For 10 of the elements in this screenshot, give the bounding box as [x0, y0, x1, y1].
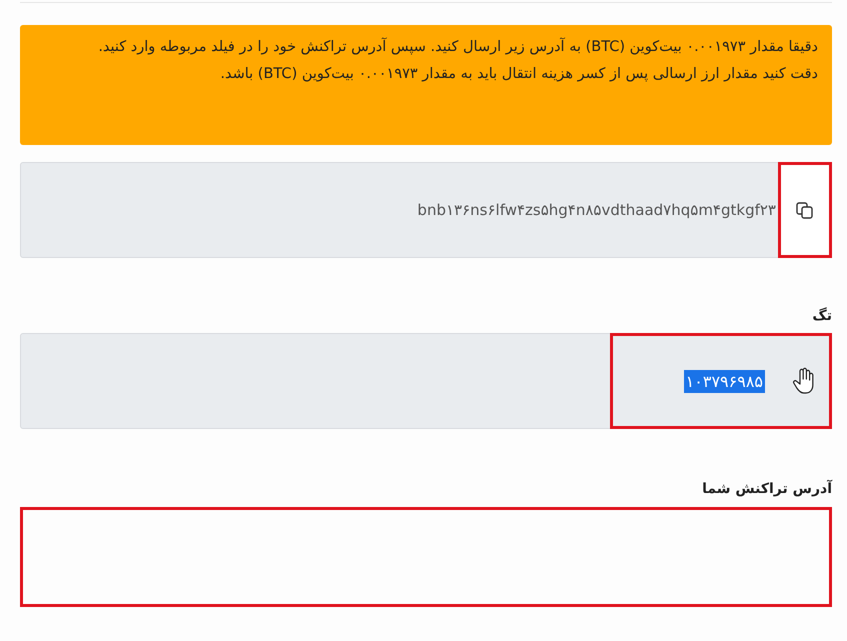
- alert-text: دقیقا مقدار ۰.۰۰۱۹۷۳ بیت‌کوین (BTC) به آدرس زیر ارسال کنید. سپس آدرس تراکنش خود را در فیلد مربوطه وارد کنید.: [97, 36, 818, 57]
- tag-label: تگ: [811, 308, 832, 326]
- tag-value: ۱۰۳۷۹۶۹۸۵: [684, 370, 765, 392]
- hand-cursor-icon: [791, 367, 815, 395]
- transaction-label: آدرس تراکنش شما: [701, 481, 832, 499]
- copy-icon: [795, 200, 815, 220]
- copy-button[interactable]: [778, 162, 832, 258]
- transaction-input[interactable]: [20, 507, 832, 607]
- address-text: bnb۱۳۶ns۶lfw۴zs۵hg۴n۸۵vdthaad۷hq۵m۴gtkgf۲۳: [417, 201, 776, 219]
- alert-text: دقت کنید مقدار ارز ارسالی پس از کسر هزینه انتقال باید به مقدار ۰.۰۰۱۹۷۳ بیت‌کوین (BTC) باشد.: [219, 65, 818, 84]
